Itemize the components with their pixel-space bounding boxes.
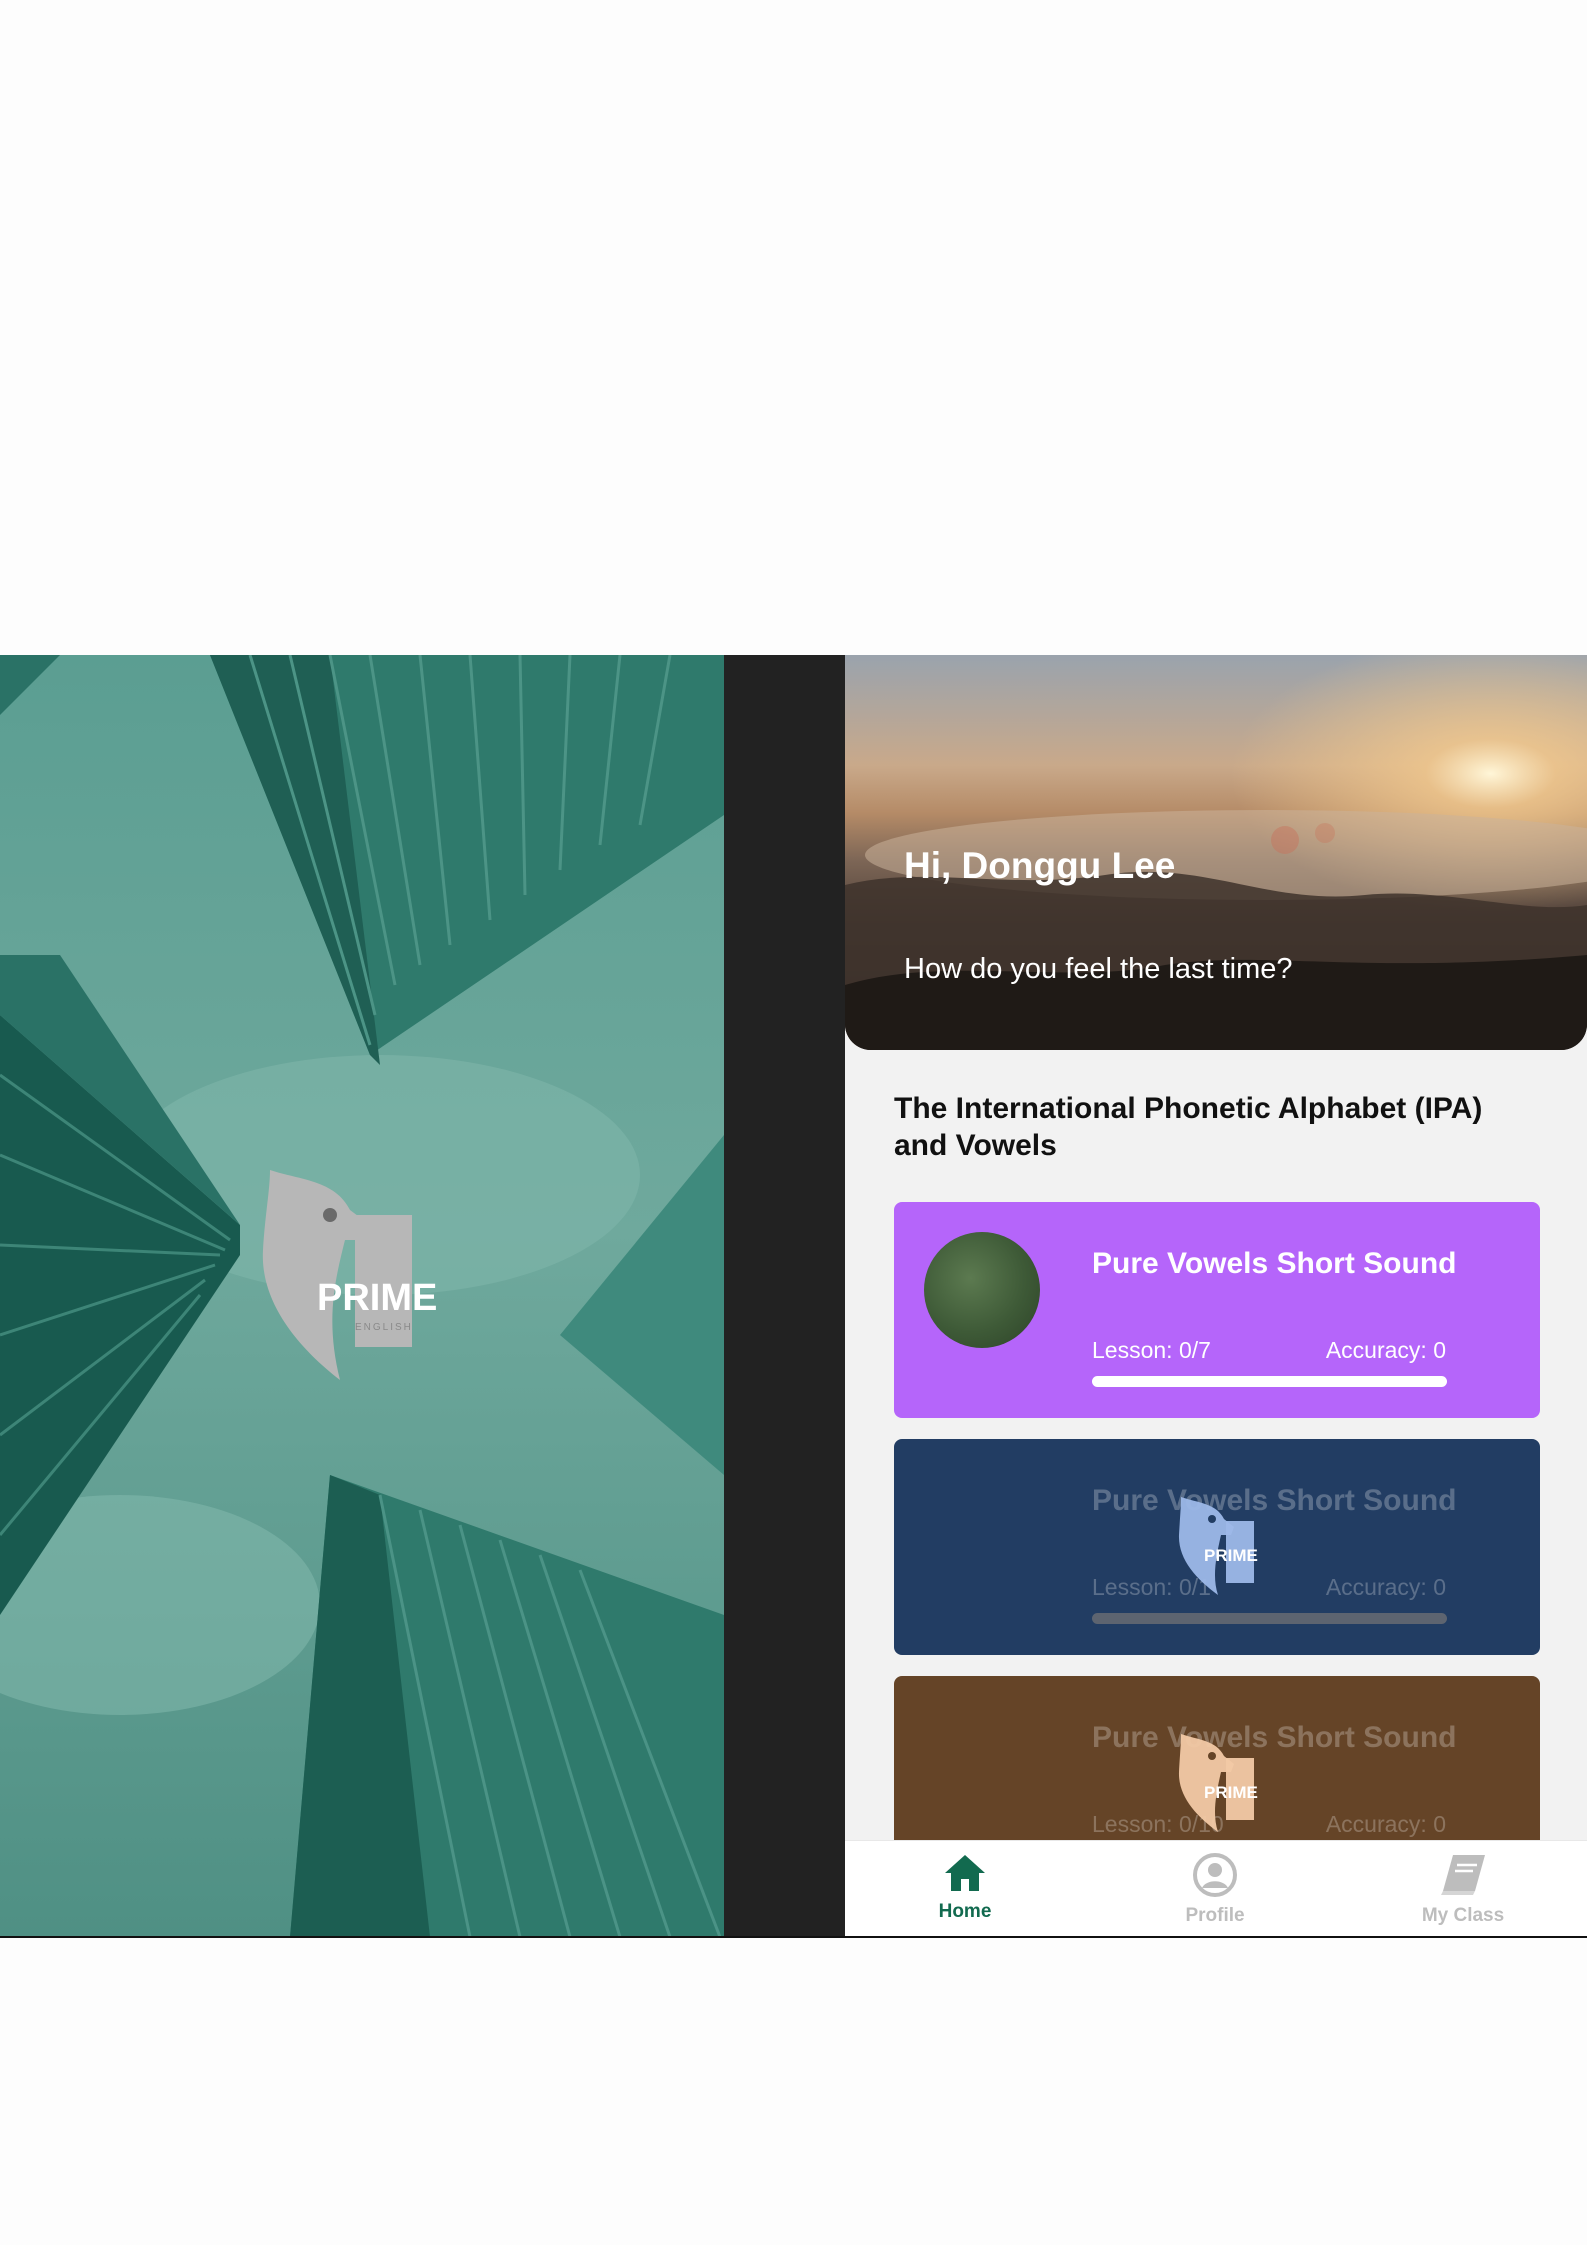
dark-divider (724, 655, 845, 1937)
lock-logo-text: PRIME (1204, 1546, 1258, 1565)
course-card[interactable]: Pure Vowels Short Sound Lesson: 0/7 Accu… (894, 1202, 1540, 1418)
course-accuracy: Accuracy: 0 (1325, 1811, 1446, 1837)
course-progress-bar (1092, 1376, 1447, 1387)
course-title: Pure Vowels Short Sound (1092, 1721, 1457, 1754)
profile-icon (1193, 1853, 1237, 1897)
course-lesson-count: Lesson: 0/7 (1092, 1337, 1211, 1363)
logo-subtext: ENGLISH (355, 1322, 413, 1333)
course-progress-bar (1092, 1613, 1447, 1624)
nav-profile[interactable]: Profile (1145, 1853, 1285, 1927)
splash-screen: PRIME ENGLISH (0, 655, 724, 1937)
section-title: The International Phonetic Alphabet (IPA… (894, 1092, 1483, 1162)
course-title: Pure Vowels Short Sound (1092, 1247, 1457, 1280)
course-thumbnail (924, 1232, 1040, 1348)
greeting-subtitle: How do you feel the last time? (904, 953, 1293, 985)
nav-home[interactable]: Home (895, 1853, 1035, 1923)
prime-logo: PRIME ENGLISH (262, 1170, 437, 1380)
logo-text: PRIME (317, 1277, 437, 1319)
home-screen: Hi, Donggu Lee How do you feel the last … (845, 655, 1587, 1937)
hero-banner: Hi, Donggu Lee How do you feel the last … (845, 655, 1587, 1050)
course-title: Pure Vowels Short Sound (1092, 1484, 1457, 1517)
nav-profile-label: Profile (1185, 1905, 1245, 1926)
lock-logo-text: PRIME (1204, 1783, 1258, 1802)
course-card-locked[interactable]: Pure Vowels Short Sound Lesson: 0/1 Accu… (894, 1439, 1540, 1655)
course-accuracy: Accuracy: 0 (1325, 1574, 1446, 1600)
baseline-divider (0, 1936, 1587, 1938)
nav-home-label: Home (938, 1901, 992, 1922)
lock-logo-icon: PRIME (1178, 1497, 1258, 1595)
nav-my-class-label: My Class (1421, 1905, 1505, 1926)
bottom-navigation: Home Profile My Class (845, 1840, 1587, 1937)
course-accuracy: Accuracy: 0 (1325, 1337, 1446, 1363)
greeting-text: Hi, Donggu Lee (904, 845, 1176, 886)
lock-logo-icon: PRIME (1178, 1734, 1258, 1832)
book-icon (1441, 1855, 1485, 1895)
home-icon (945, 1855, 985, 1891)
nav-my-class[interactable]: My Class (1393, 1853, 1533, 1927)
